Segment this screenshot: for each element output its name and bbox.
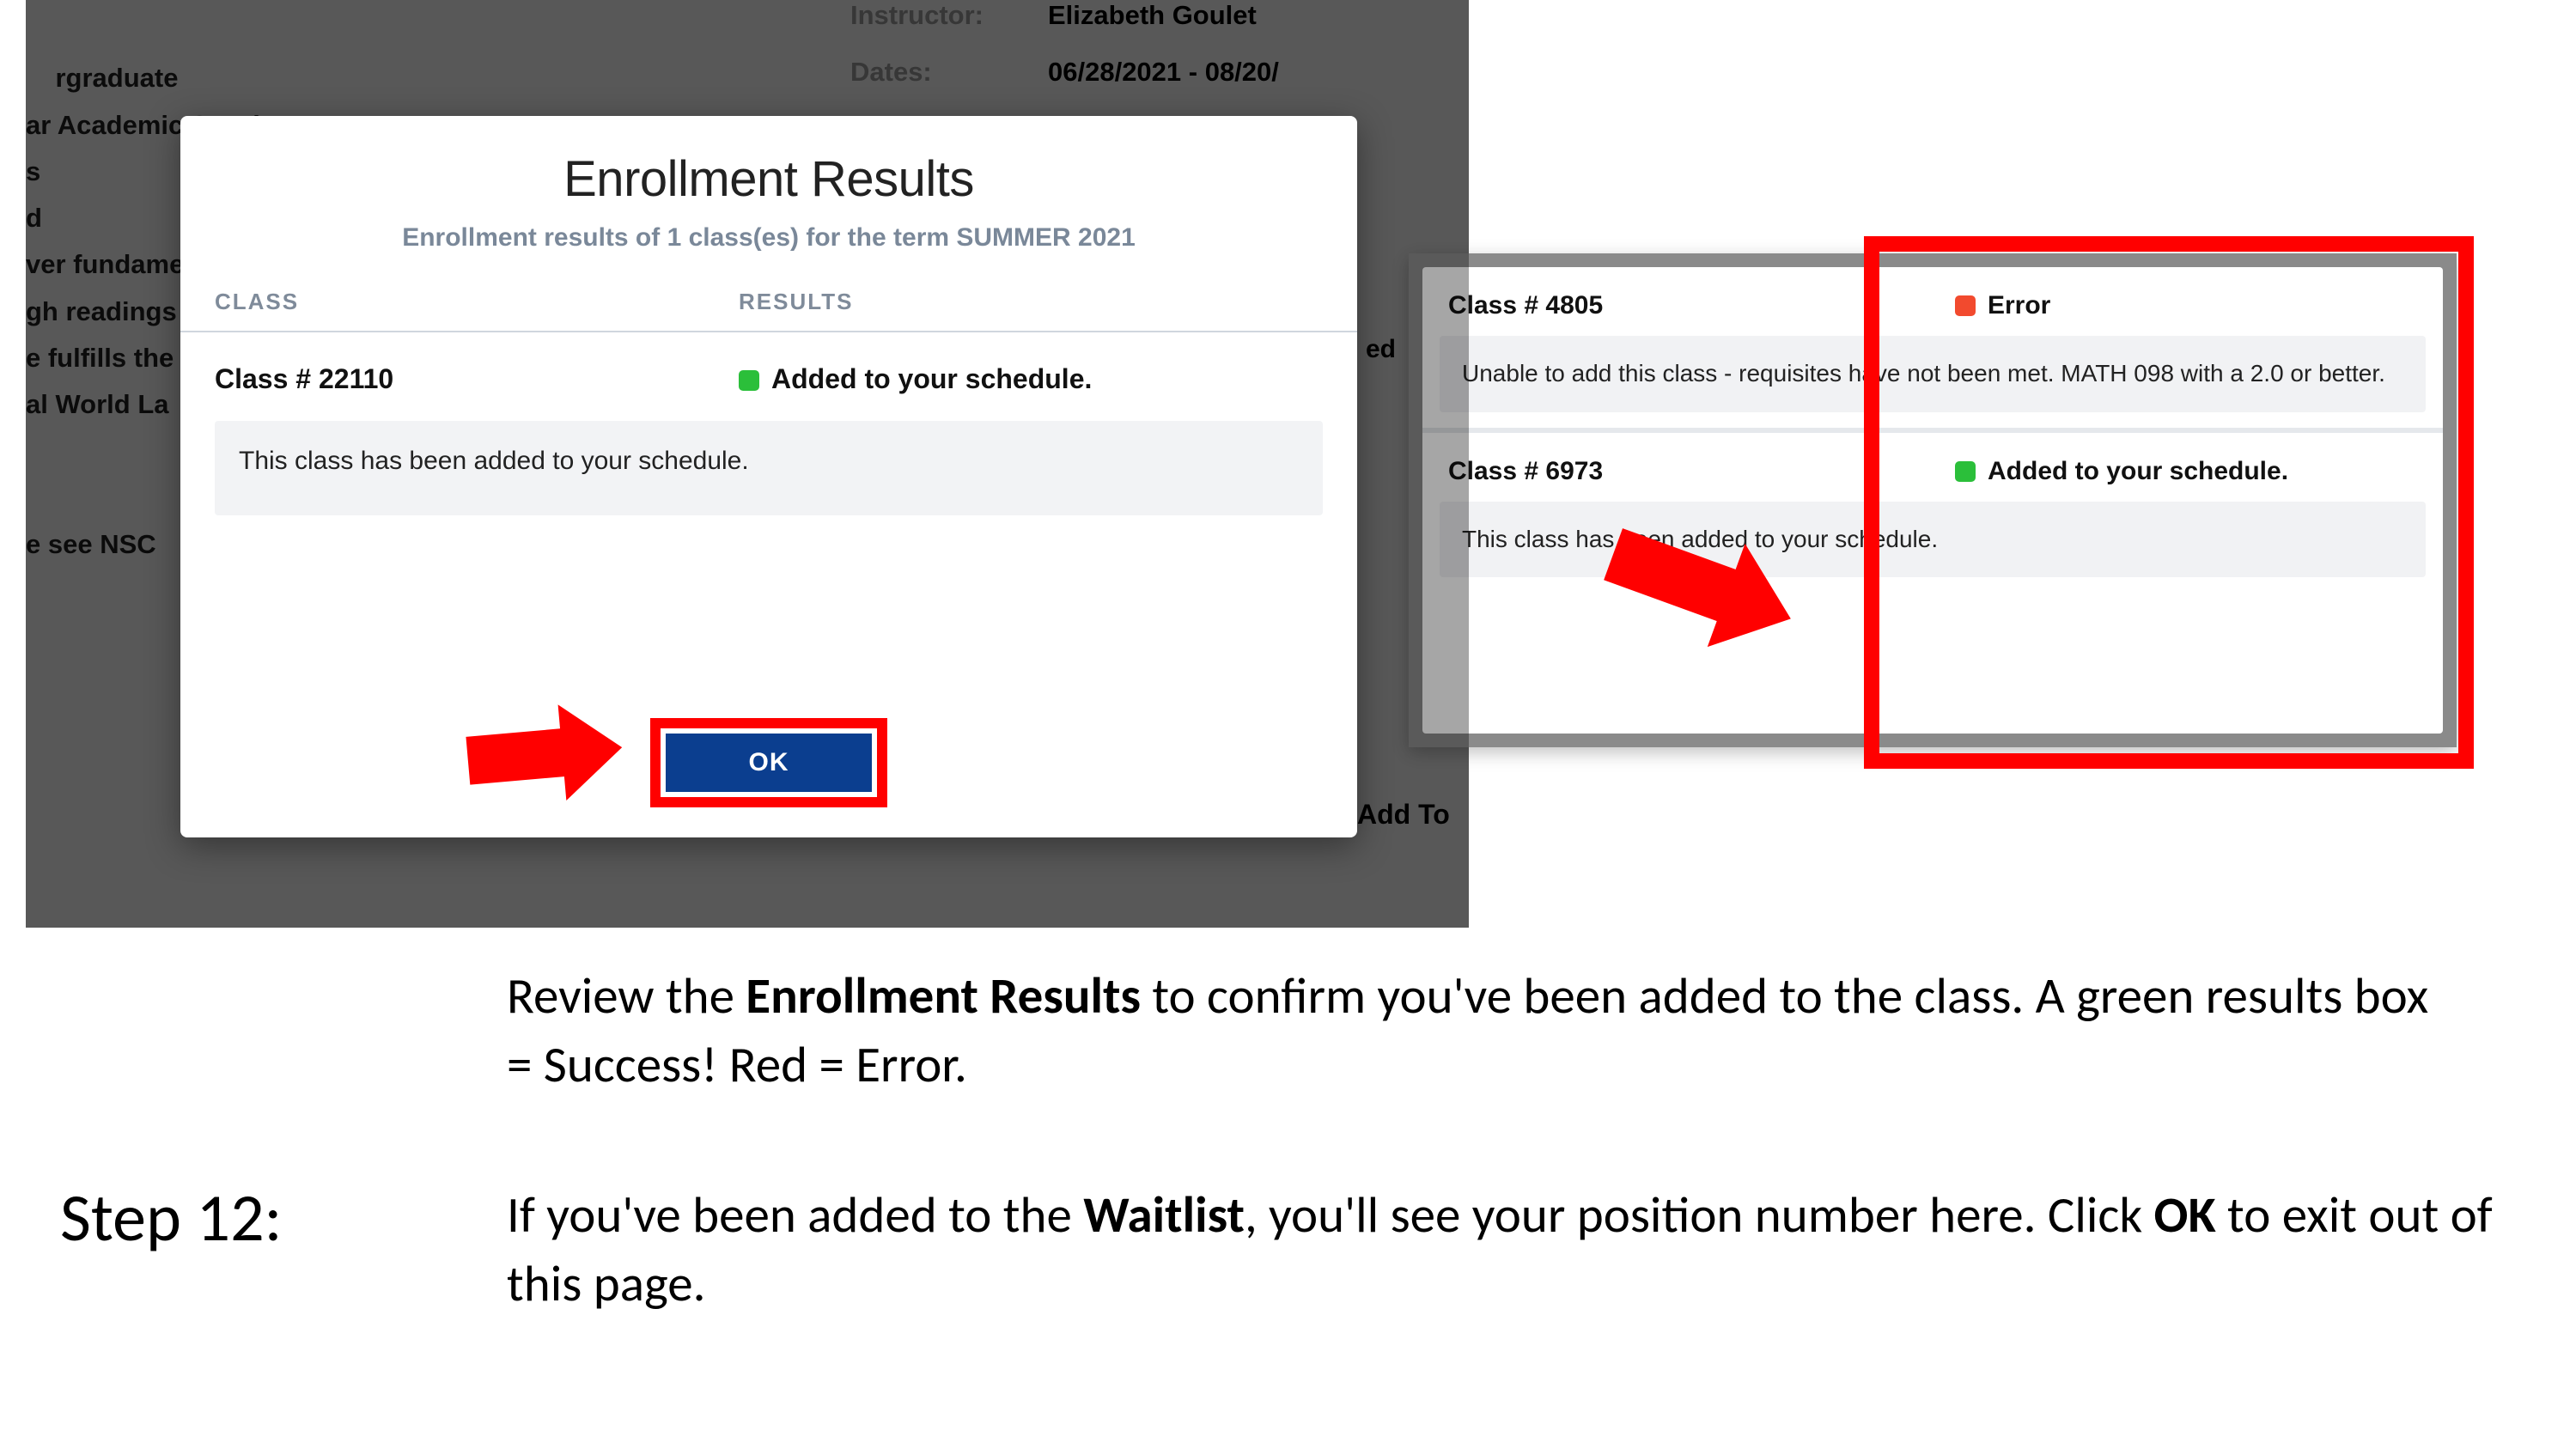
right-screenshot: Class # 4805 Error Unable to add this cl… [1409,253,2457,747]
result-message: This class has been added to your schedu… [215,421,1323,515]
modal-column-headers: CLASS RESULTS [180,253,1357,332]
error-icon [1955,295,1976,316]
bg-ed-fragment: ed [1366,335,1396,364]
success-icon [1955,461,1976,482]
bg-add-to-fragment: Add To [1357,799,1450,831]
step-label: Step 12: [60,1177,283,1258]
class-number: Class # 4805 [1448,291,1955,320]
modal-title: Enrollment Results [180,116,1357,208]
instruction-paragraph-2: If you've been added to the Waitlist, yo… [507,1181,2517,1318]
success-message: This class has been added to your schedu… [1440,502,2426,578]
enrollment-results-modal: Enrollment Results Enrollment results of… [180,116,1357,837]
instruction-paragraph-1: Review the Enrollment Results to confirm… [507,962,2431,1099]
modal-subtitle: Enrollment results of 1 class(es) for th… [180,223,1357,253]
ok-button[interactable]: OK [666,734,872,792]
result-card: Class # 22110 Added to your schedule. Th… [206,332,1331,515]
status-text: Added to your schedule. [771,363,1092,394]
class-number: Class # 22110 [215,363,739,395]
left-screenshot: rgraduate ar Academic Session s d ver fu… [26,0,1469,928]
result-row-error: Class # 4805 Error [1422,267,2443,336]
status-cell: Added to your schedule. [1955,457,2288,486]
status-text: Added to your schedule. [1988,457,2288,485]
status-cell: Error [1955,291,2050,320]
success-icon [739,370,759,391]
col-header-results: RESULTS [739,289,1323,315]
class-number: Class # 6973 [1448,457,1955,486]
ok-highlight-box: OK [650,718,887,807]
status-text: Error [1988,291,2050,320]
col-header-class: CLASS [215,289,739,315]
error-message: Unable to add this class - requisites ha… [1440,336,2426,412]
status-cell: Added to your schedule. [739,363,1092,395]
result-row-success: Class # 6973 Added to your schedule. [1422,433,2443,502]
